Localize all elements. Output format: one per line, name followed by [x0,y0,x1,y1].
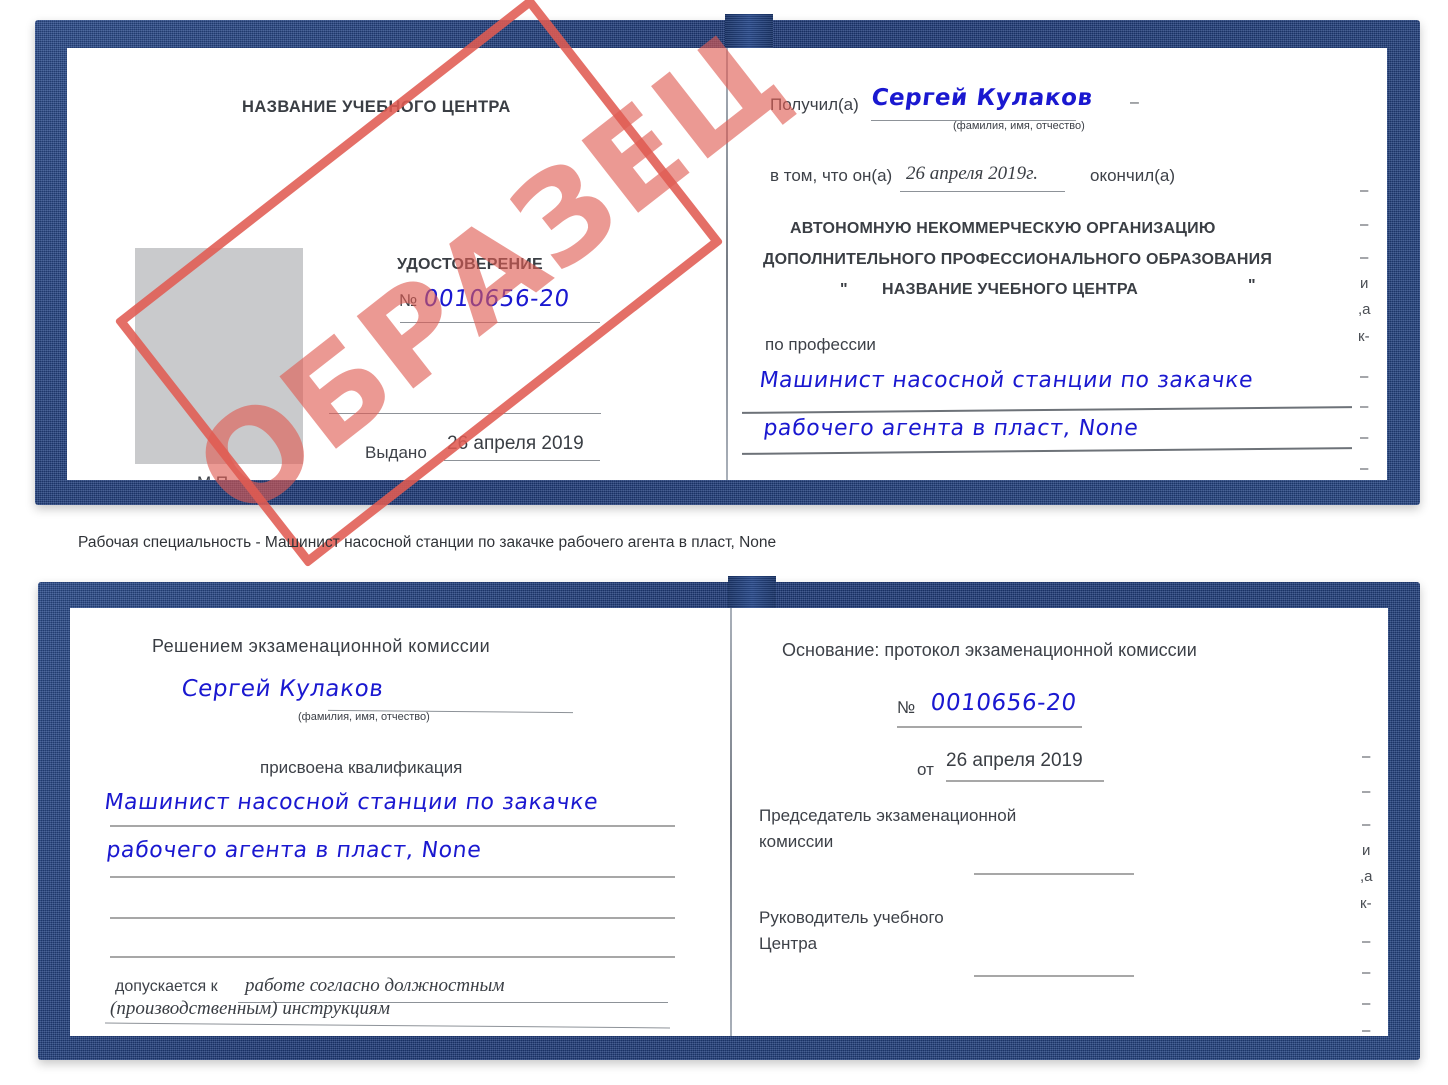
bottom-certificate-pages: Решением экзаменационной комиссии Сергей… [70,608,1388,1036]
qualification-rule-2 [110,876,675,878]
received-dash: – [1130,94,1139,111]
from-value: 26 апреля 2019 [946,750,1083,771]
bottom-certificate-book: Решением экзаменационной комиссии Сергей… [38,576,1420,1060]
edge-fragment-6: – [1360,368,1369,385]
qualification-line-1: Машинист насосной станции по закачке [103,790,600,815]
top-certificate-spine-line [726,48,728,480]
qualification-rule-1 [110,825,675,827]
bottom-edge-fragment-9: – [1362,1022,1371,1036]
bottom-edge-fragment-8: – [1362,995,1371,1012]
profession-line-2: рабочего агента в пласт, None [762,416,1140,441]
head-label-line-1: Руководитель учебного [759,908,944,927]
received-label: Получил(а) [770,95,859,114]
caption-text: Рабочая специальность - Машинист насосно… [78,534,777,551]
bottom-certificate-left-page: Решением экзаменационной комиссии Сергей… [70,608,726,1036]
edge-fragment-7: – [1360,398,1369,415]
allowed-value-line-1: работе согласно должностным [245,975,505,996]
fio-hint-bottom: (фамилия, имя, отчество) [298,711,430,723]
issued-value: 26 апреля 2019 [447,433,584,454]
bottom-edge-fragment-5: к- [1360,895,1372,912]
edge-fragment-2: – [1360,249,1369,266]
issued-label: Выдано [365,443,427,462]
received-value: Сергей Кулаков [870,85,1095,111]
org-line-1: АВТОНОМНУЮ НЕКОММЕРЧЕСКУЮ ОРГАНИЗАЦИЮ [790,220,1216,237]
protocol-number-rule [897,726,1082,728]
training-center-header: НАЗВАНИЕ УЧЕБНОГО ЦЕНТРА [242,98,511,116]
bottom-name-value: Сергей Кулаков [180,676,386,702]
seal-label: М.П. [197,473,233,480]
profession-rule-2 [742,447,1352,455]
bottom-edge-fragment-4: ,а [1360,868,1373,885]
certificate-number-prefix: № [399,291,418,310]
allowed-value-line-2: (производственным) инструкциям [110,998,390,1019]
bottom-certificate-spine-line [730,608,732,1036]
that-he-date-rule [900,191,1065,192]
bottom-edge-fragment-0: – [1362,748,1371,765]
qualification-label: присвоена квалификация [260,758,463,777]
head-signature-rule [974,975,1134,977]
chairman-label-line-1: Председатель экзаменационной [759,806,1017,825]
head-label-line-2: Центра [759,934,818,953]
edge-fragment-4: ,а [1358,301,1371,318]
certificate-number-value: 0010656-20 [422,286,572,312]
chairman-label-line-2: комиссии [759,832,834,851]
that-he-label: в том, что он(а) [770,166,893,185]
from-label: от [917,760,934,779]
allowed-label: допускается к [115,978,218,995]
top-certificate-left-page: НАЗВАНИЕ УЧЕБНОГО ЦЕНТРА УДОСТОВЕРЕНИЕ №… [67,48,722,480]
protocol-number-prefix: № [897,698,916,717]
issued-rule [444,460,600,461]
edge-fragment-3: и [1360,275,1369,292]
org-line-2: ДОПОЛНИТЕЛЬНОГО ПРОФЕССИОНАЛЬНОГО ОБРАЗО… [763,251,1273,268]
qualification-line-2: рабочего агента в пласт, None [105,838,483,863]
bottom-edge-fragment-1: – [1362,783,1371,800]
qualification-rule-3 [110,917,675,919]
top-certificate-right-page: Получил(а) Сергей Кулаков (фамилия, имя,… [730,48,1387,480]
commission-decision-header: Решением экзаменационной комиссии [152,636,491,656]
profession-line-1: Машинист насосной станции по закачке [758,368,1255,393]
edge-fragment-9: – [1360,460,1369,477]
basis-label: Основание: протокол экзаменационной коми… [782,640,1197,660]
bottom-edge-fragment-2: – [1362,816,1371,833]
bottom-edge-fragment-7: – [1362,964,1371,981]
protocol-number-value: 0010656-20 [929,690,1079,716]
bottom-edge-fragment-3: и [1362,842,1371,859]
edge-fragment-8: – [1360,429,1369,446]
qualification-rule-4 [110,956,675,958]
from-rule [946,780,1104,782]
blank-rule-1 [329,413,601,414]
org-quote-close: " [1248,277,1256,294]
profession-label: по профессии [765,335,876,354]
edge-fragment-5: к- [1358,328,1370,345]
chairman-signature-rule [974,873,1134,875]
top-certificate-book: НАЗВАНИЕ УЧЕБНОГО ЦЕНТРА УДОСТОВЕРЕНИЕ №… [35,14,1420,505]
document-title: УДОСТОВЕРЕНИЕ [397,256,543,273]
org-line-3: НАЗВАНИЕ УЧЕБНОГО ЦЕНТРА [882,281,1139,298]
top-certificate-pages: НАЗВАНИЕ УЧЕБНОГО ЦЕНТРА УДОСТОВЕРЕНИЕ №… [67,48,1387,480]
photo-placeholder [135,248,303,464]
org-quote-open: " [840,281,848,298]
bottom-edge-fragment-6: – [1362,933,1371,950]
bottom-certificate-right-page: Основание: протокол экзаменационной коми… [734,608,1388,1036]
edge-fragment-0: – [1360,182,1369,199]
profession-rule-1 [742,406,1352,414]
allowed-rule-2 [105,1022,670,1029]
fio-hint-top: (фамилия, имя, отчество) [953,120,1085,132]
that-he-date: 26 апреля 2019г. [906,163,1038,184]
certificate-number-rule [400,322,600,323]
edge-fragment-1: – [1360,216,1369,233]
finished-label: окончил(а) [1090,166,1175,185]
